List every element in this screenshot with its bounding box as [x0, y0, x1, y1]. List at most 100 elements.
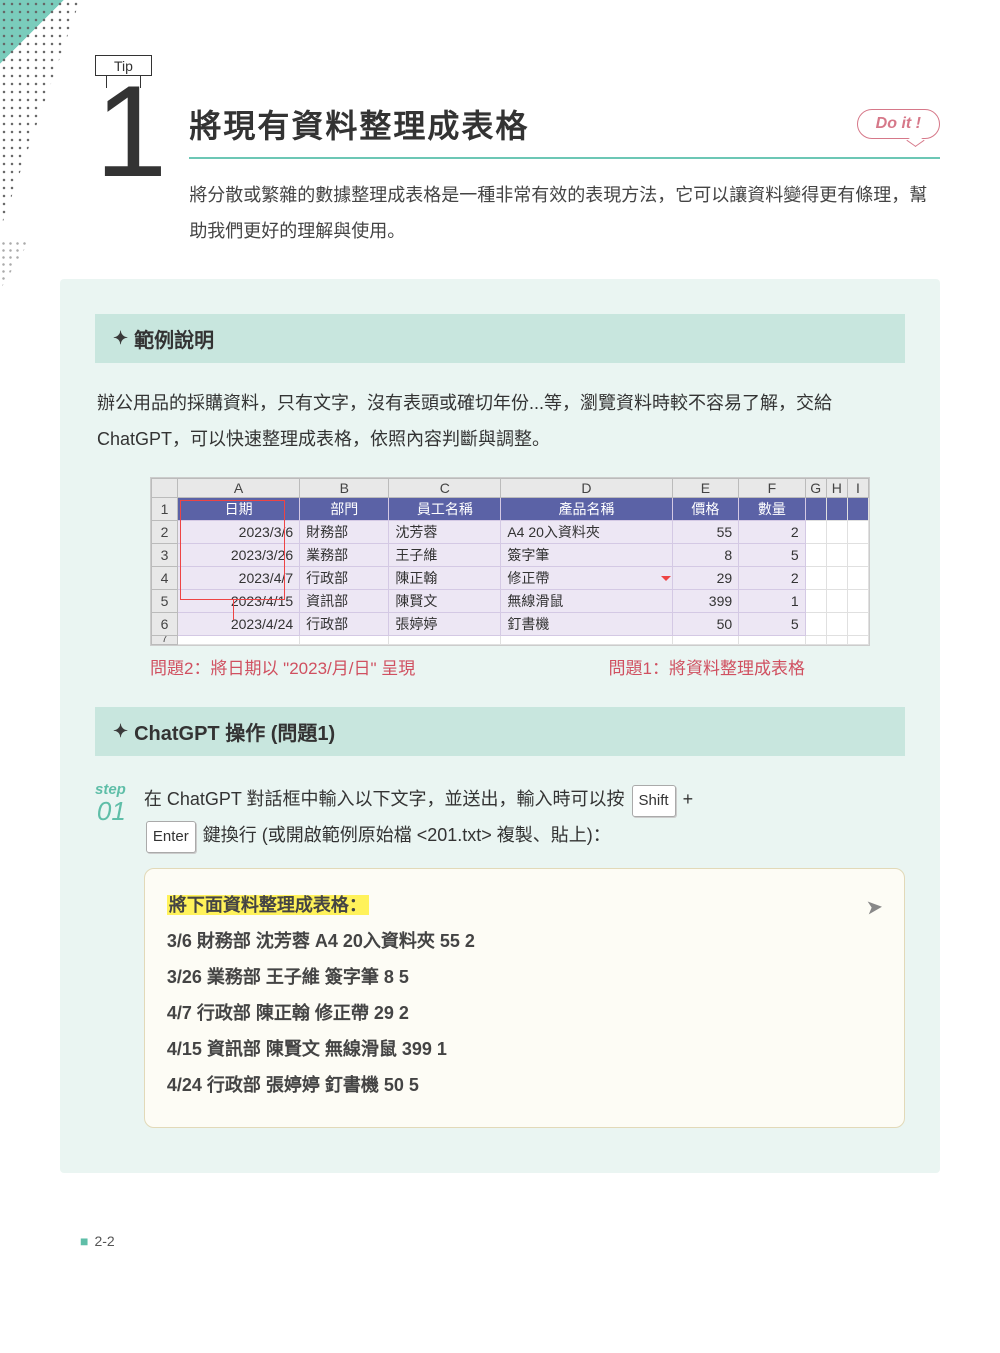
- row-header: 6: [152, 613, 178, 636]
- empty-cell: [805, 567, 826, 590]
- empty-cell: [826, 544, 847, 567]
- step-instructions: 在 ChatGPT 對話框中輸入以下文字，並送出，輸入時可以按 Shift + …: [144, 781, 905, 1128]
- excel-screenshot: ABCDEFGHI 1日期部門員工名稱產品名稱價格數量 22023/3/6財務部…: [150, 477, 870, 646]
- tip-label-box: Tip: [95, 55, 940, 76]
- annotation-2: 問題2：將日期以 "2023/月/日" 呈現: [150, 654, 415, 679]
- table-cell: 2: [739, 521, 806, 544]
- table-cell: 50: [672, 613, 739, 636]
- empty-cell: [847, 590, 868, 613]
- table-cell: 王子維: [389, 544, 501, 567]
- excel-corner: [152, 479, 178, 498]
- table-header-cell: 產品名稱: [501, 498, 672, 521]
- col-header: A: [178, 479, 300, 498]
- empty-cell: [672, 636, 739, 645]
- empty-cell: [805, 590, 826, 613]
- step-number: 01: [95, 798, 126, 824]
- table-cell: A4 20入資料夾: [501, 521, 672, 544]
- highlight-arrow-2: [661, 576, 671, 586]
- empty-cell: [847, 498, 868, 521]
- prompt-line: 3/26 業務部 王子維 簽字筆 8 5: [167, 959, 882, 995]
- col-header: D: [501, 479, 672, 498]
- table-header-cell: 價格: [672, 498, 739, 521]
- empty-cell: [389, 636, 501, 645]
- empty-cell: [847, 613, 868, 636]
- row-header: 5: [152, 590, 178, 613]
- empty-cell: [826, 613, 847, 636]
- prompt-line: 4/15 資訊部 陳賢文 無線滑鼠 399 1: [167, 1031, 882, 1067]
- plus: +: [678, 789, 694, 809]
- step-text-1: 在 ChatGPT 對話框中輸入以下文字，並送出，輸入時可以按: [144, 789, 630, 809]
- empty-cell: [300, 636, 389, 645]
- table-cell: 2023/4/7: [178, 567, 300, 590]
- table-cell: 2023/3/26: [178, 544, 300, 567]
- square-icon: ■: [80, 1233, 88, 1249]
- table-header-cell: 部門: [300, 498, 389, 521]
- row-header: 2: [152, 521, 178, 544]
- col-header: F: [739, 479, 806, 498]
- empty-cell: [805, 498, 826, 521]
- prompt-line: 3/6 財務部 沈芳蓉 A4 20入資料夾 55 2: [167, 923, 882, 959]
- empty-cell: [805, 521, 826, 544]
- empty-cell: [826, 521, 847, 544]
- table-cell: 行政部: [300, 613, 389, 636]
- col-header: B: [300, 479, 389, 498]
- star-icon: ✦: [113, 721, 128, 742]
- shift-key: Shift: [632, 785, 676, 817]
- enter-key: Enter: [146, 821, 196, 853]
- section-header-chatgpt: ✦ ChatGPT 操作 (問題1): [95, 707, 905, 756]
- empty-cell: [847, 544, 868, 567]
- do-it-badge: Do it !: [857, 109, 940, 139]
- table-cell: 2023/3/6: [178, 521, 300, 544]
- empty-cell: [805, 636, 826, 645]
- table-cell: 陳正翰: [389, 567, 501, 590]
- empty-cell: [826, 590, 847, 613]
- table-cell: 1: [739, 590, 806, 613]
- table-cell: 業務部: [300, 544, 389, 567]
- table-cell: 沈芳蓉: [389, 521, 501, 544]
- prompt-heading: 將下面資料整理成表格：: [167, 895, 369, 915]
- table-cell: 55: [672, 521, 739, 544]
- annotation-1: 問題1：將資料整理成表格: [609, 654, 805, 679]
- step-label: step 01: [95, 781, 126, 1128]
- send-icon[interactable]: ➤: [865, 888, 883, 925]
- empty-cell: [739, 636, 806, 645]
- table-cell: 2023/4/15: [178, 590, 300, 613]
- table-cell: 2023/4/24: [178, 613, 300, 636]
- page-title: 將現有資料整理成表格: [189, 101, 529, 147]
- section1-title: 範例說明: [134, 324, 214, 353]
- row-header: 3: [152, 544, 178, 567]
- table-cell: 29: [672, 567, 739, 590]
- table-cell: 資訊部: [300, 590, 389, 613]
- table-cell: 簽字筆: [501, 544, 672, 567]
- section-header-example: ✦ 範例說明: [95, 314, 905, 363]
- empty-cell: [826, 498, 847, 521]
- dots-decoration: [0, 240, 30, 290]
- step-text-2: 鍵換行 (或開啟範例原始檔 <201.txt> 複製、貼上)：: [198, 825, 611, 845]
- section1-body: 辦公用品的採購資料，只有文字，沒有表頭或確切年份...等，瀏覽資料時較不容易了解…: [95, 385, 905, 457]
- corner-decoration: [0, 0, 80, 230]
- empty-cell: [847, 567, 868, 590]
- table-cell: 行政部: [300, 567, 389, 590]
- col-header: E: [672, 479, 739, 498]
- table-cell: 399: [672, 590, 739, 613]
- table-cell: 8: [672, 544, 739, 567]
- table-header-cell: 數量: [739, 498, 806, 521]
- table-cell: 陳賢文: [389, 590, 501, 613]
- row-header: 4: [152, 567, 178, 590]
- row-header: 1: [152, 498, 178, 521]
- table-header-cell: 員工名稱: [389, 498, 501, 521]
- star-icon: ✦: [113, 328, 128, 349]
- col-header: G: [805, 479, 826, 498]
- col-header: H: [826, 479, 847, 498]
- table-cell: 5: [739, 544, 806, 567]
- table-cell: 張婷婷: [389, 613, 501, 636]
- table-cell: 釘書機: [501, 613, 672, 636]
- empty-cell: [805, 613, 826, 636]
- section2-title: ChatGPT 操作 (問題1): [134, 717, 335, 746]
- tip-number: 1: [95, 76, 159, 187]
- empty-cell: [501, 636, 672, 645]
- row-header: 7: [152, 636, 178, 645]
- page-number: ■2-2: [80, 1233, 940, 1249]
- empty-cell: [847, 521, 868, 544]
- intro-text: 將分散或繁雜的數據整理成表格是一種非常有效的表現方法，它可以讓資料變得更有條理，…: [189, 177, 940, 249]
